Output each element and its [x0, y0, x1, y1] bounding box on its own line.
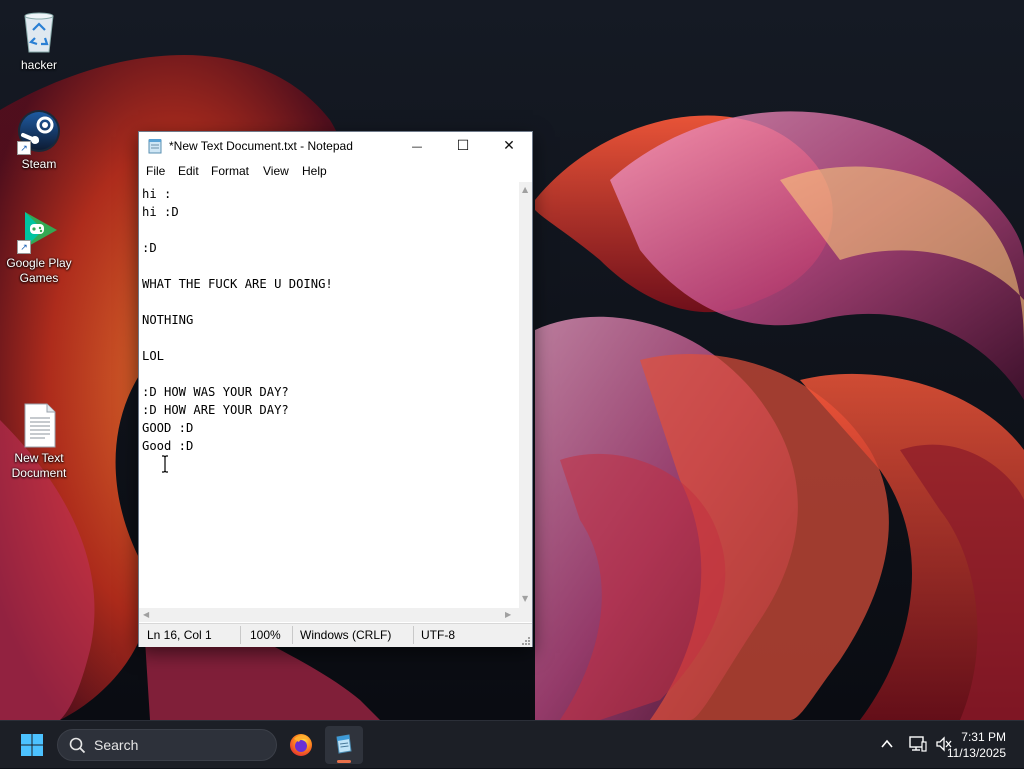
scroll-right-icon[interactable]: ▶ [505, 610, 511, 619]
resize-grip-icon[interactable] [520, 635, 530, 645]
notepad-icon [148, 139, 162, 154]
desktop-icon-label: Steam [21, 157, 57, 171]
desktop-icon-new-text-document[interactable]: New Text Document [1, 401, 77, 481]
status-separator [240, 626, 241, 644]
notepad-window[interactable]: *New Text Document.txt - Notepad — ☐ ✕ F… [138, 131, 533, 647]
clock-time: 7:31 PM [961, 730, 1006, 744]
cursor-position: Ln 16, Col 1 [147, 628, 212, 642]
desktop-icon-label: Google Play Games [6, 256, 72, 285]
title-bar[interactable]: *New Text Document.txt - Notepad — ☐ ✕ [139, 132, 532, 161]
menu-help[interactable]: Help [302, 164, 327, 178]
clock-date: 11/13/2025 [946, 746, 1006, 760]
notepad-icon [336, 734, 352, 754]
menu-bar: File Edit Format View Help [139, 161, 532, 181]
network-icon[interactable] [909, 736, 927, 752]
taskbar: Search 7:31 PM 11/13/2025 [0, 720, 1024, 768]
menu-view[interactable]: View [263, 164, 289, 178]
active-app-indicator [337, 760, 351, 763]
window-title: *New Text Document.txt - Notepad [169, 139, 353, 153]
editor-content[interactable]: hi : hi :D :D WHAT THE FUCK ARE U DOING!… [139, 182, 519, 455]
status-separator [413, 626, 414, 644]
status-separator [292, 626, 293, 644]
chevron-up-icon[interactable] [880, 737, 894, 751]
clock[interactable]: 7:31 PM 11/13/2025 [947, 729, 1006, 761]
shortcut-arrow-icon: ↗ [17, 141, 31, 155]
firefox-icon [290, 734, 312, 756]
zoom-level: 100% [250, 628, 281, 642]
scroll-up-icon[interactable]: ▲ [522, 185, 528, 194]
windows-start-icon[interactable] [20, 733, 44, 757]
menu-format[interactable]: Format [211, 164, 249, 178]
shortcut-arrow-icon: ↗ [17, 240, 31, 254]
scroll-down-icon[interactable]: ▼ [522, 594, 528, 603]
menu-edit[interactable]: Edit [178, 164, 199, 178]
text-cursor-icon [162, 455, 168, 473]
close-icon: ✕ [503, 138, 515, 154]
search-label: Search [94, 737, 139, 753]
horizontal-scrollbar[interactable]: ◀ ▶ [139, 608, 519, 622]
maximize-button[interactable]: ☐ [440, 132, 486, 161]
close-button[interactable]: ✕ [486, 132, 532, 161]
steam-icon: ↗ [15, 107, 63, 155]
vertical-scrollbar[interactable]: ▲ ▼ [519, 182, 532, 608]
taskbar-app-firefox[interactable] [282, 726, 320, 764]
minimize-icon: — [411, 140, 423, 153]
maximize-icon: ☐ [456, 138, 470, 154]
menu-file[interactable]: File [146, 164, 165, 178]
desktop-icon-recycle-bin[interactable]: hacker [1, 8, 77, 73]
scrollbar-corner [519, 608, 532, 622]
recycle-bin-icon [15, 8, 63, 56]
minimize-button[interactable]: — [394, 132, 440, 161]
line-ending: Windows (CRLF) [300, 628, 392, 642]
google-play-games-icon: ↗ [15, 206, 63, 254]
status-bar: Ln 16, Col 1 100% Windows (CRLF) UTF-8 [139, 623, 532, 647]
encoding: UTF-8 [421, 628, 455, 642]
desktop-icon-label: New Text Document [11, 451, 67, 480]
desktop-icon-google-play-games[interactable]: ↗ Google Play Games [1, 206, 77, 286]
desktop-icon-steam[interactable]: ↗ Steam [1, 107, 77, 172]
text-file-icon [15, 401, 63, 449]
taskbar-search-box[interactable]: Search [57, 729, 277, 761]
search-icon [69, 737, 86, 754]
desktop-icon-label: hacker [20, 58, 58, 72]
system-tray: 7:31 PM 11/13/2025 [844, 721, 1024, 769]
taskbar-app-notepad[interactable] [325, 726, 363, 764]
scroll-left-icon[interactable]: ◀ [143, 610, 149, 619]
text-editor[interactable]: hi : hi :D :D WHAT THE FUCK ARE U DOING!… [139, 182, 519, 608]
